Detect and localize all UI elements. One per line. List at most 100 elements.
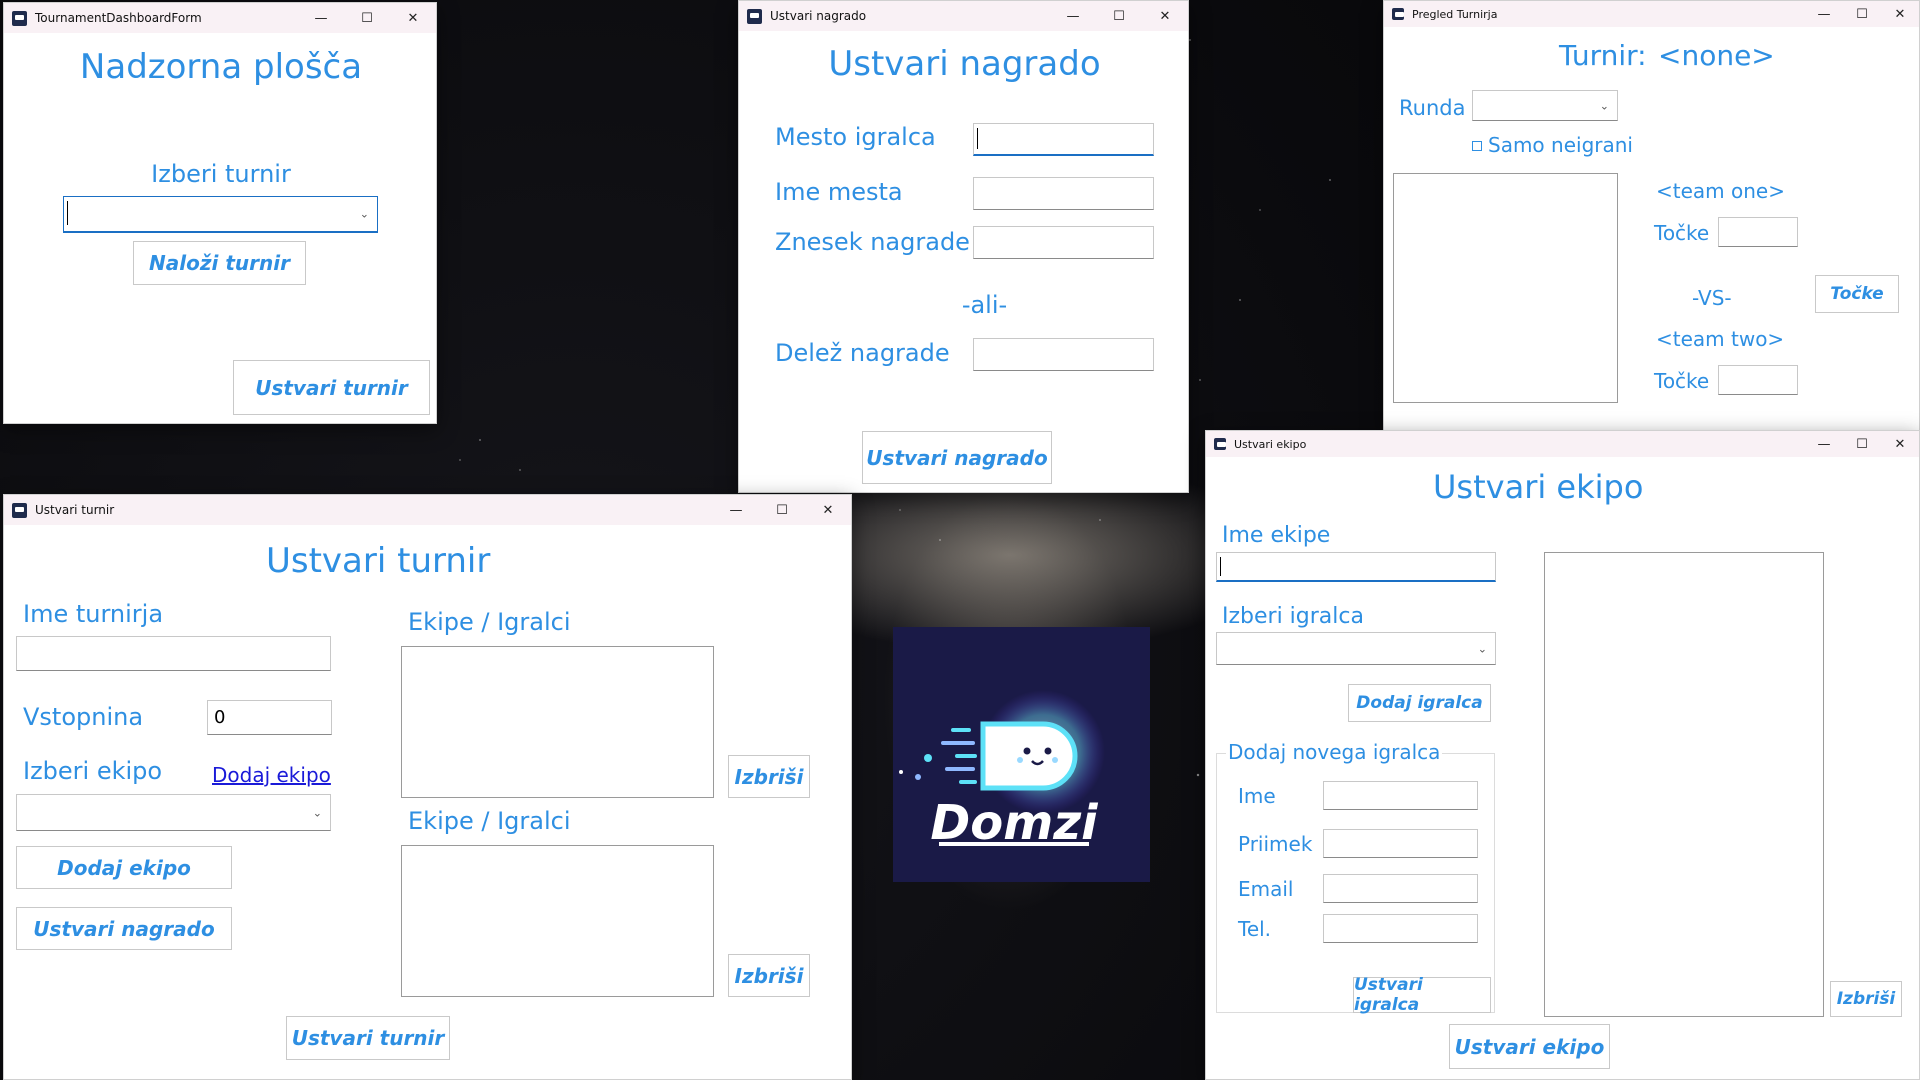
- create-member-button[interactable]: Ustvari igralca: [1353, 975, 1491, 1015]
- maximize-icon[interactable]: ☐: [1843, 431, 1881, 457]
- delete-prize-button[interactable]: Izbriši: [728, 954, 810, 997]
- place-name-label: Ime mesta: [775, 178, 903, 206]
- minimize-icon[interactable]: —: [298, 3, 344, 33]
- phone-label: Tel.: [1238, 917, 1272, 941]
- email-label: Email: [1238, 877, 1294, 901]
- first-name-label: Ime: [1238, 784, 1276, 808]
- team-one-score-label: Točke: [1654, 221, 1710, 245]
- prize-percentage-input[interactable]: [973, 338, 1154, 371]
- app-icon: [12, 10, 27, 26]
- create-tournament-button[interactable]: Ustvari turnir: [286, 1016, 450, 1060]
- window-title: Ustvari nagrado: [770, 9, 867, 23]
- add-team-button[interactable]: Dodaj ekipo: [16, 846, 232, 889]
- create-prize-button[interactable]: Ustvari nagrado: [16, 907, 232, 950]
- team-one-score-input[interactable]: [1718, 217, 1798, 247]
- select-member-label: Izberi igralca: [1222, 604, 1364, 629]
- prize-amount-input[interactable]: [973, 226, 1154, 259]
- add-member-button[interactable]: Dodaj igralca: [1348, 684, 1491, 722]
- place-number-label: Mesto igralca: [775, 123, 936, 151]
- first-name-input[interactable]: [1323, 781, 1478, 810]
- minimize-icon[interactable]: —: [1050, 1, 1096, 31]
- window-title: Ustvari ekipo: [1234, 437, 1307, 451]
- create-tournament-button[interactable]: Ustvari turnir: [233, 360, 430, 415]
- matchup-list[interactable]: [1393, 173, 1618, 403]
- dashboard-window[interactable]: TournamentDashboardForm — ☐ ✕ Nadzorna p…: [3, 2, 437, 424]
- window-title: Pregled Turnirja: [1412, 7, 1498, 21]
- teams-list-label: Ekipe / Igralci: [408, 608, 571, 636]
- create-prize-window[interactable]: Ustvari nagrado — ☐ ✕ Ustvari nagrado Me…: [738, 0, 1189, 493]
- create-tournament-window[interactable]: Ustvari turnir — ☐ ✕ Ustvari turnir Ime …: [3, 494, 852, 1080]
- minimize-icon[interactable]: —: [1805, 1, 1843, 27]
- email-input[interactable]: [1323, 874, 1478, 903]
- create-team-window[interactable]: Ustvari ekipo — ☐ ✕ Ustvari ekipo Ime ek…: [1205, 430, 1920, 1080]
- tournament-name-input[interactable]: [16, 636, 331, 671]
- phone-input[interactable]: [1323, 914, 1478, 943]
- close-icon[interactable]: ✕: [1881, 1, 1919, 27]
- titlebar[interactable]: Ustvari ekipo — ☐ ✕: [1206, 431, 1919, 457]
- unplayed-only-checkbox[interactable]: [1472, 141, 1482, 151]
- window-title: TournamentDashboardForm: [35, 11, 202, 25]
- team-two-score-label: Točke: [1654, 369, 1710, 393]
- last-name-label: Priimek: [1238, 832, 1313, 856]
- team-members-list[interactable]: [1544, 552, 1824, 1017]
- tournament-dropdown[interactable]: ⌄: [63, 196, 378, 233]
- create-prize-button[interactable]: Ustvari nagrado: [862, 431, 1052, 484]
- round-label: Runda: [1399, 96, 1466, 120]
- team-dropdown[interactable]: ⌄: [16, 794, 331, 831]
- delete-member-button[interactable]: Izbriši: [1830, 981, 1902, 1017]
- chevron-down-icon: ⌄: [359, 207, 369, 221]
- select-tournament-label: Izberi turnir: [151, 160, 291, 188]
- window-title: Ustvari turnir: [35, 503, 115, 517]
- tournament-viewer-window[interactable]: Pregled Turnirja — ☐ ✕ Turnir: <none> Ru…: [1383, 0, 1920, 431]
- member-dropdown[interactable]: ⌄: [1216, 632, 1496, 665]
- vs-label: -VS-: [1692, 286, 1732, 310]
- minimize-icon[interactable]: —: [713, 495, 759, 525]
- entry-fee-input[interactable]: 0: [207, 700, 332, 735]
- maximize-icon[interactable]: ☐: [759, 495, 805, 525]
- titlebar[interactable]: Ustvari nagrado — ☐ ✕: [739, 1, 1188, 31]
- close-icon[interactable]: ✕: [1142, 1, 1188, 31]
- or-label: -ali-: [961, 291, 1008, 319]
- last-name-input[interactable]: [1323, 829, 1478, 858]
- titlebar[interactable]: Pregled Turnirja — ☐ ✕: [1384, 1, 1919, 27]
- chevron-down-icon: ⌄: [1477, 642, 1487, 655]
- delete-team-button[interactable]: Izbriši: [728, 755, 810, 798]
- page-title: Ustvari turnir: [266, 541, 491, 581]
- close-icon[interactable]: ✕: [390, 3, 436, 33]
- maximize-icon[interactable]: ☐: [1096, 1, 1142, 31]
- maximize-icon[interactable]: ☐: [1843, 1, 1881, 27]
- create-new-team-link[interactable]: Dodaj ekipo: [212, 763, 331, 787]
- tournament-label: Turnir:: [1559, 39, 1647, 72]
- team-two-name: <team two>: [1656, 327, 1785, 351]
- close-icon[interactable]: ✕: [1881, 431, 1919, 457]
- team-one-name: <team one>: [1656, 179, 1785, 203]
- tournament-name: <none>: [1658, 39, 1775, 72]
- page-title: Nadzorna plošča: [79, 47, 363, 87]
- titlebar[interactable]: TournamentDashboardForm — ☐ ✕: [4, 3, 436, 33]
- app-icon: [1392, 8, 1404, 20]
- page-title: Ustvari ekipo: [1433, 468, 1644, 506]
- score-button[interactable]: Točke: [1815, 275, 1899, 313]
- place-number-input[interactable]: [973, 123, 1154, 156]
- app-icon: [12, 502, 27, 518]
- prize-amount-label: Znesek nagrade: [775, 228, 970, 256]
- prize-percentage-label: Delež nagrade: [775, 339, 950, 367]
- teams-list[interactable]: [401, 646, 714, 798]
- close-icon[interactable]: ✕: [805, 495, 851, 525]
- prizes-list[interactable]: [401, 845, 714, 997]
- minimize-icon[interactable]: —: [1805, 431, 1843, 457]
- app-icon: [747, 8, 762, 24]
- team-name-input[interactable]: [1216, 552, 1496, 582]
- create-team-button[interactable]: Ustvari ekipo: [1449, 1024, 1610, 1069]
- team-two-score-input[interactable]: [1718, 365, 1798, 395]
- chevron-down-icon: ⌄: [1599, 99, 1609, 112]
- chevron-down-icon: ⌄: [312, 806, 322, 819]
- select-team-label: Izberi ekipo: [23, 757, 163, 785]
- tournament-name-label: Ime turnirja: [23, 600, 164, 628]
- load-tournament-button[interactable]: Naloži turnir: [133, 241, 306, 285]
- place-name-input[interactable]: [973, 177, 1154, 210]
- titlebar[interactable]: Ustvari turnir — ☐ ✕: [4, 495, 851, 525]
- maximize-icon[interactable]: ☐: [344, 3, 390, 33]
- round-dropdown[interactable]: ⌄: [1472, 90, 1618, 121]
- comet-icon: Domzi: [899, 690, 1105, 851]
